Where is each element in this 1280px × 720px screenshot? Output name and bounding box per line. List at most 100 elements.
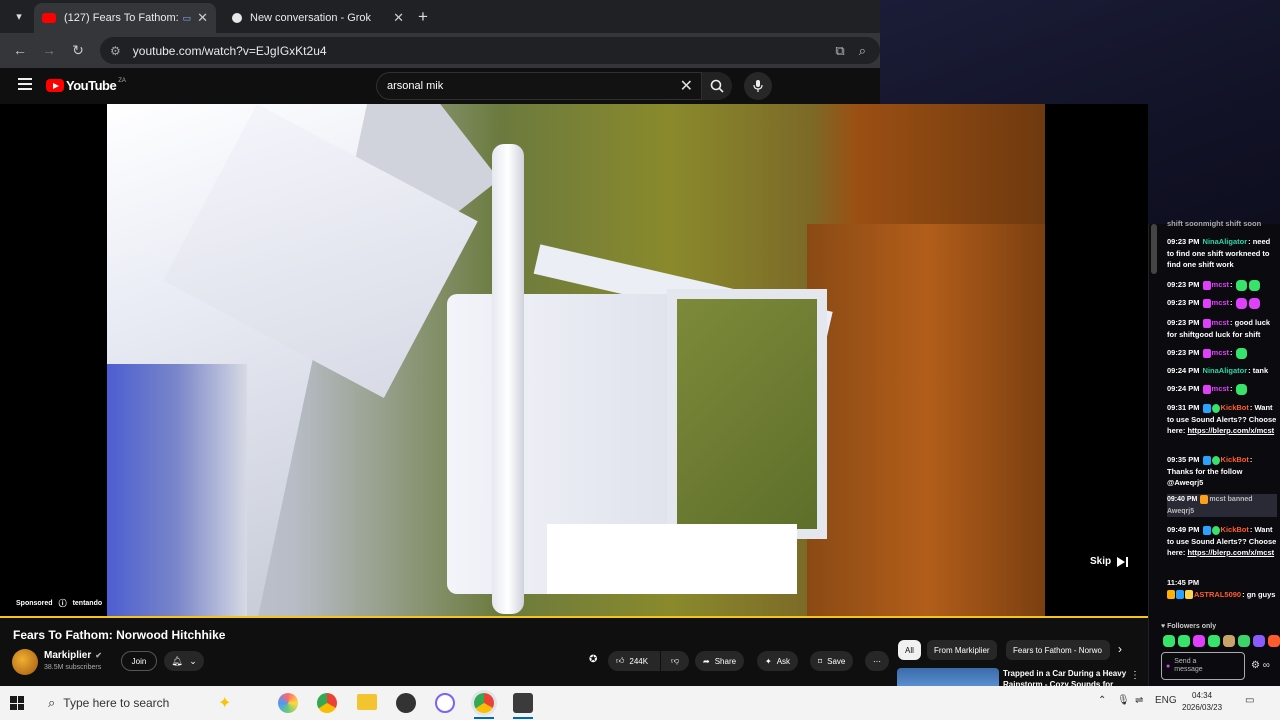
search-button[interactable] (702, 72, 732, 100)
ask-label: Ask (776, 656, 791, 666)
photos-app-icon[interactable] (278, 693, 298, 713)
chevron-right-icon[interactable]: › (1118, 642, 1122, 656)
more-actions-button[interactable]: ⋯ (865, 651, 889, 671)
share-button[interactable]: ➦ Share (695, 651, 745, 671)
ask-button[interactable]: ✦ Ask (757, 651, 799, 671)
chevron-up-icon[interactable]: ⌃ (1098, 695, 1106, 706)
notifications-button[interactable]: 🔔︎ ⌄ (164, 651, 204, 671)
chat-input[interactable]: ● Send a message (1161, 652, 1245, 680)
app-icon[interactable] (396, 693, 416, 713)
clear-search-icon[interactable]: ✕ (680, 76, 693, 96)
voice-search-button[interactable] (744, 72, 772, 100)
zoom-icon[interactable]: ⌕ (859, 43, 866, 59)
chat-username[interactable]: KickBot (1221, 455, 1249, 464)
chat-time: 11:45 PM (1167, 578, 1200, 587)
close-tab-icon[interactable]: ✕ (197, 10, 208, 26)
chat-link[interactable]: https://blerp.com/x/mcst (1187, 548, 1274, 557)
emote-icon[interactable] (1268, 635, 1280, 647)
bell-icon: 🔔︎ (171, 655, 183, 666)
hype-icon[interactable]: ✪ (589, 654, 597, 665)
microphone-icon (753, 80, 763, 92)
network-icon[interactable]: ⇌ (1135, 695, 1143, 706)
sparkle-icon[interactable]: ✦ (218, 693, 231, 713)
chat-username[interactable]: mcst (1212, 298, 1230, 307)
channel-avatar[interactable] (12, 649, 38, 675)
recommendation-title[interactable]: Trapped in a Car During a Heavy Rainstor… (1003, 668, 1127, 686)
badge-icon (1211, 403, 1220, 413)
notifications-icon[interactable]: ▭ (1245, 695, 1254, 706)
omnibox[interactable]: ⚙ youtube.com/watch?v=EJgIGxKt2u4 ⧉ ⌕ (100, 37, 880, 64)
chat-message: 09:31 PM KickBot: Want to use Sound Alert… (1167, 403, 1277, 435)
emote-icon (1248, 297, 1260, 309)
chrome-icon[interactable] (317, 693, 337, 713)
back-button[interactable]: ← (10, 40, 30, 60)
clock[interactable]: 04:34 2026/03/23 (1182, 690, 1222, 714)
save-button[interactable]: ⌑ Save (810, 651, 854, 671)
chip-from-channel[interactable]: From Markiplier (927, 640, 997, 660)
grok-favicon-icon (232, 13, 242, 23)
emote-icon[interactable] (1223, 635, 1235, 647)
site-info-icon[interactable]: ⚙ (110, 44, 121, 58)
game-app-icon[interactable] (513, 693, 533, 713)
emote-icon[interactable] (1208, 635, 1220, 647)
new-tab-button[interactable]: + (418, 7, 428, 27)
recommendation-thumbnail[interactable] (897, 668, 999, 686)
more-icon[interactable]: ⋮ (1130, 670, 1140, 681)
emote-icon[interactable] (1163, 635, 1175, 647)
active-indicator (513, 717, 533, 719)
heart-icon: ♥ (1161, 623, 1166, 630)
chrome-active-icon[interactable] (474, 693, 494, 713)
chip-related[interactable]: Fears to Fathom - Norwo (1006, 640, 1110, 660)
close-tab-icon[interactable]: ✕ (393, 10, 404, 26)
microphone-icon[interactable]: 🎙︎ (1117, 695, 1130, 706)
dislike-button[interactable]: 👎︎ (661, 651, 689, 671)
video-player[interactable]: Sponsored ⓘ tentando Skip (0, 104, 1148, 618)
menu-icon[interactable] (18, 78, 32, 90)
chat-username[interactable]: ASTRAL5090 (1194, 590, 1241, 599)
chat-username[interactable]: KickBot (1221, 403, 1249, 412)
paint-icon[interactable] (435, 693, 455, 713)
install-app-icon[interactable]: ⧉ (835, 43, 844, 59)
emote-picker-icon[interactable]: ● (1166, 663, 1170, 670)
chat-time: 09:23 PM (1167, 280, 1200, 289)
chat-settings-icon[interactable]: ⚙ ∞ (1251, 660, 1270, 671)
emote-icon[interactable] (1193, 635, 1205, 647)
chip-all[interactable]: All (898, 640, 921, 660)
tab-youtube[interactable]: (127) Fears To Fathom: Nor ▭ ✕ (34, 3, 216, 33)
chat-username[interactable]: NinaAligator (1203, 237, 1248, 246)
chat-link[interactable]: https://blerp.com/x/mcst (1187, 426, 1274, 435)
skip-ad-button[interactable]: Skip (1090, 556, 1129, 567)
country-code: ZA (118, 77, 126, 84)
channel-name[interactable]: Markiplier ✔ (44, 650, 102, 661)
emote-icon (1248, 279, 1260, 291)
emote-icon (1235, 297, 1247, 309)
chat-username[interactable]: mcst (1212, 384, 1230, 393)
like-button[interactable]: 👍︎ 244K (608, 651, 660, 671)
chat-time: 09:31 PM (1167, 403, 1200, 412)
info-icon[interactable]: ⓘ (59, 598, 67, 609)
badge-icon (1211, 525, 1220, 535)
chat-message: 09:24 PM mcst: (1167, 383, 1277, 395)
chat-username[interactable]: mcst (1212, 280, 1230, 289)
chat-username[interactable]: mcst (1212, 348, 1230, 357)
language-indicator[interactable]: ENG (1155, 695, 1177, 706)
windows-start-icon[interactable] (10, 696, 24, 710)
chat-time: 09:23 PM (1167, 348, 1200, 357)
chat-username[interactable]: KickBot (1221, 525, 1249, 534)
tab-grok[interactable]: New conversation - Grok ✕ (224, 3, 412, 33)
chat-username[interactable]: mcst (1212, 318, 1230, 327)
forward-button[interactable]: → (39, 40, 59, 60)
thumbs-down-icon: 👎︎ (670, 656, 680, 665)
emote-icon[interactable] (1238, 635, 1250, 647)
chat-username[interactable]: NinaAligator (1203, 366, 1248, 375)
join-button[interactable]: Join (121, 651, 157, 671)
tab-search-dropdown[interactable]: ▾ (6, 5, 32, 27)
search-input[interactable]: arsonal mik ✕ (376, 72, 702, 100)
reload-button[interactable]: ↻ (68, 40, 88, 60)
file-explorer-icon[interactable] (357, 694, 377, 710)
chat-scrollbar[interactable] (1151, 224, 1157, 274)
emote-icon[interactable] (1178, 635, 1190, 647)
emote-icon[interactable] (1253, 635, 1265, 647)
chat-moderation-notice: 09:40 PM mcst banned Aweqrj5 (1167, 494, 1277, 517)
youtube-logo[interactable]: YouTube ZA (46, 78, 126, 93)
